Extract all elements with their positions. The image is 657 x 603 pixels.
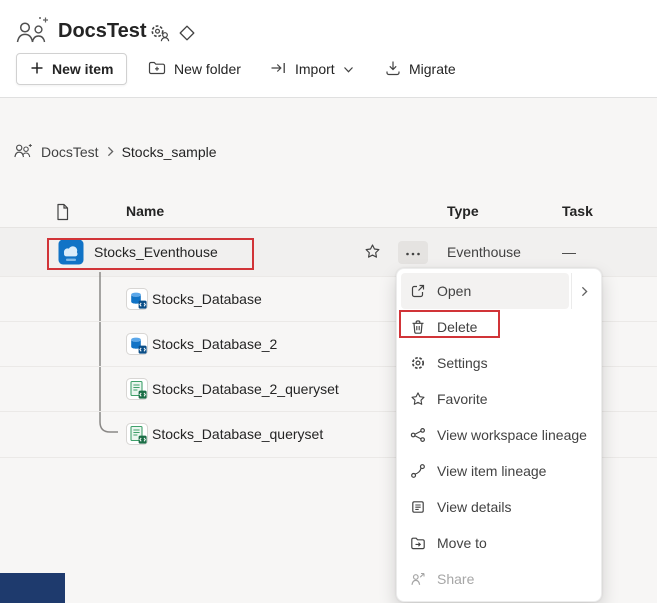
menu-item-label: Settings bbox=[437, 355, 488, 371]
menu-item-label: Open bbox=[437, 283, 472, 299]
breadcrumb-item-docstest[interactable]: DocsTest bbox=[41, 144, 99, 160]
menu-item-label: Share bbox=[437, 571, 475, 587]
item-name-link[interactable]: Stocks_Database_queryset bbox=[152, 412, 323, 457]
menu-item-open-main[interactable]: Open bbox=[401, 273, 569, 309]
chevron-down-icon bbox=[343, 61, 354, 77]
workspace-lineage-icon bbox=[409, 426, 427, 444]
workspace-page: DocsTest New item New folder Import Migr… bbox=[0, 0, 657, 603]
migrate-label: Migrate bbox=[409, 61, 456, 77]
workspace-settings-icon[interactable] bbox=[149, 23, 170, 47]
details-icon bbox=[409, 498, 427, 516]
trial-diamond-icon[interactable] bbox=[178, 24, 196, 47]
star-icon bbox=[409, 390, 427, 408]
menu-item-settings[interactable]: Settings bbox=[401, 345, 597, 381]
menu-item-label: Move to bbox=[437, 535, 487, 551]
menu-item-label: Favorite bbox=[437, 391, 488, 407]
item-lineage-icon bbox=[409, 462, 427, 480]
menu-item-view-workspace-lineage[interactable]: View workspace lineage bbox=[401, 417, 597, 453]
item-name-link[interactable]: Stocks_Database_2 bbox=[152, 322, 277, 367]
breadcrumb: DocsTest Stocks_sample bbox=[14, 141, 217, 163]
menu-item-view-details[interactable]: View details bbox=[401, 489, 597, 525]
menu-item-delete[interactable]: Delete bbox=[401, 309, 597, 345]
new-folder-label: New folder bbox=[174, 61, 241, 77]
menu-item-favorite[interactable]: Favorite bbox=[401, 381, 597, 417]
menu-item-label: View details bbox=[437, 499, 512, 515]
import-button[interactable]: Import bbox=[270, 53, 354, 85]
kql-database-icon bbox=[126, 333, 148, 360]
context-menu: Open Delete Settings Favorite View works… bbox=[396, 268, 602, 602]
item-name-link[interactable]: Stocks_Database bbox=[152, 277, 262, 322]
table-header: Name Type Task bbox=[0, 196, 657, 228]
kql-database-icon bbox=[126, 288, 148, 315]
new-folder-button[interactable]: New folder bbox=[148, 53, 241, 85]
share-icon bbox=[409, 570, 427, 588]
ellipsis-icon bbox=[405, 245, 421, 260]
migrate-button[interactable]: Migrate bbox=[385, 53, 456, 85]
favorite-star-button[interactable] bbox=[364, 243, 381, 263]
menu-item-label: View item lineage bbox=[437, 463, 547, 479]
breadcrumb-workspace-icon bbox=[14, 143, 34, 161]
bottom-left-partial-element bbox=[0, 573, 65, 603]
workspace-title: DocsTest bbox=[58, 20, 147, 42]
menu-item-open[interactable]: Open bbox=[401, 273, 597, 309]
folder-add-icon bbox=[148, 60, 166, 79]
menu-item-view-item-lineage[interactable]: View item lineage bbox=[401, 453, 597, 489]
plus-icon bbox=[30, 61, 44, 78]
import-label: Import bbox=[295, 61, 335, 77]
more-options-button[interactable] bbox=[398, 241, 428, 264]
menu-item-label: Delete bbox=[437, 319, 478, 335]
move-to-folder-icon bbox=[409, 534, 427, 552]
column-header-type[interactable]: Type bbox=[447, 203, 479, 219]
migrate-icon bbox=[385, 60, 401, 79]
new-item-label: New item bbox=[52, 61, 114, 77]
trash-icon bbox=[409, 318, 427, 336]
column-header-name[interactable]: Name bbox=[126, 203, 164, 219]
workspace-logo-icon bbox=[13, 15, 53, 50]
submenu-chevron-button[interactable] bbox=[571, 273, 597, 309]
open-icon bbox=[409, 282, 427, 300]
menu-item-label: View workspace lineage bbox=[437, 427, 587, 443]
menu-item-move-to[interactable]: Move to bbox=[401, 525, 597, 561]
kql-queryset-icon bbox=[126, 378, 148, 405]
import-icon bbox=[270, 60, 287, 79]
breadcrumb-item-stocks-sample[interactable]: Stocks_sample bbox=[122, 144, 217, 160]
new-item-button[interactable]: New item bbox=[16, 53, 128, 85]
column-header-task[interactable]: Task bbox=[562, 203, 593, 219]
item-type-column-icon bbox=[55, 203, 70, 226]
item-name-link[interactable]: Stocks_Eventhouse bbox=[94, 228, 218, 277]
menu-item-share: Share bbox=[401, 561, 597, 597]
chevron-right-icon bbox=[106, 144, 115, 160]
item-name-link[interactable]: Stocks_Database_2_queryset bbox=[152, 367, 339, 412]
eventhouse-icon bbox=[58, 239, 84, 270]
kql-queryset-icon bbox=[126, 423, 148, 450]
gear-icon bbox=[409, 354, 427, 372]
